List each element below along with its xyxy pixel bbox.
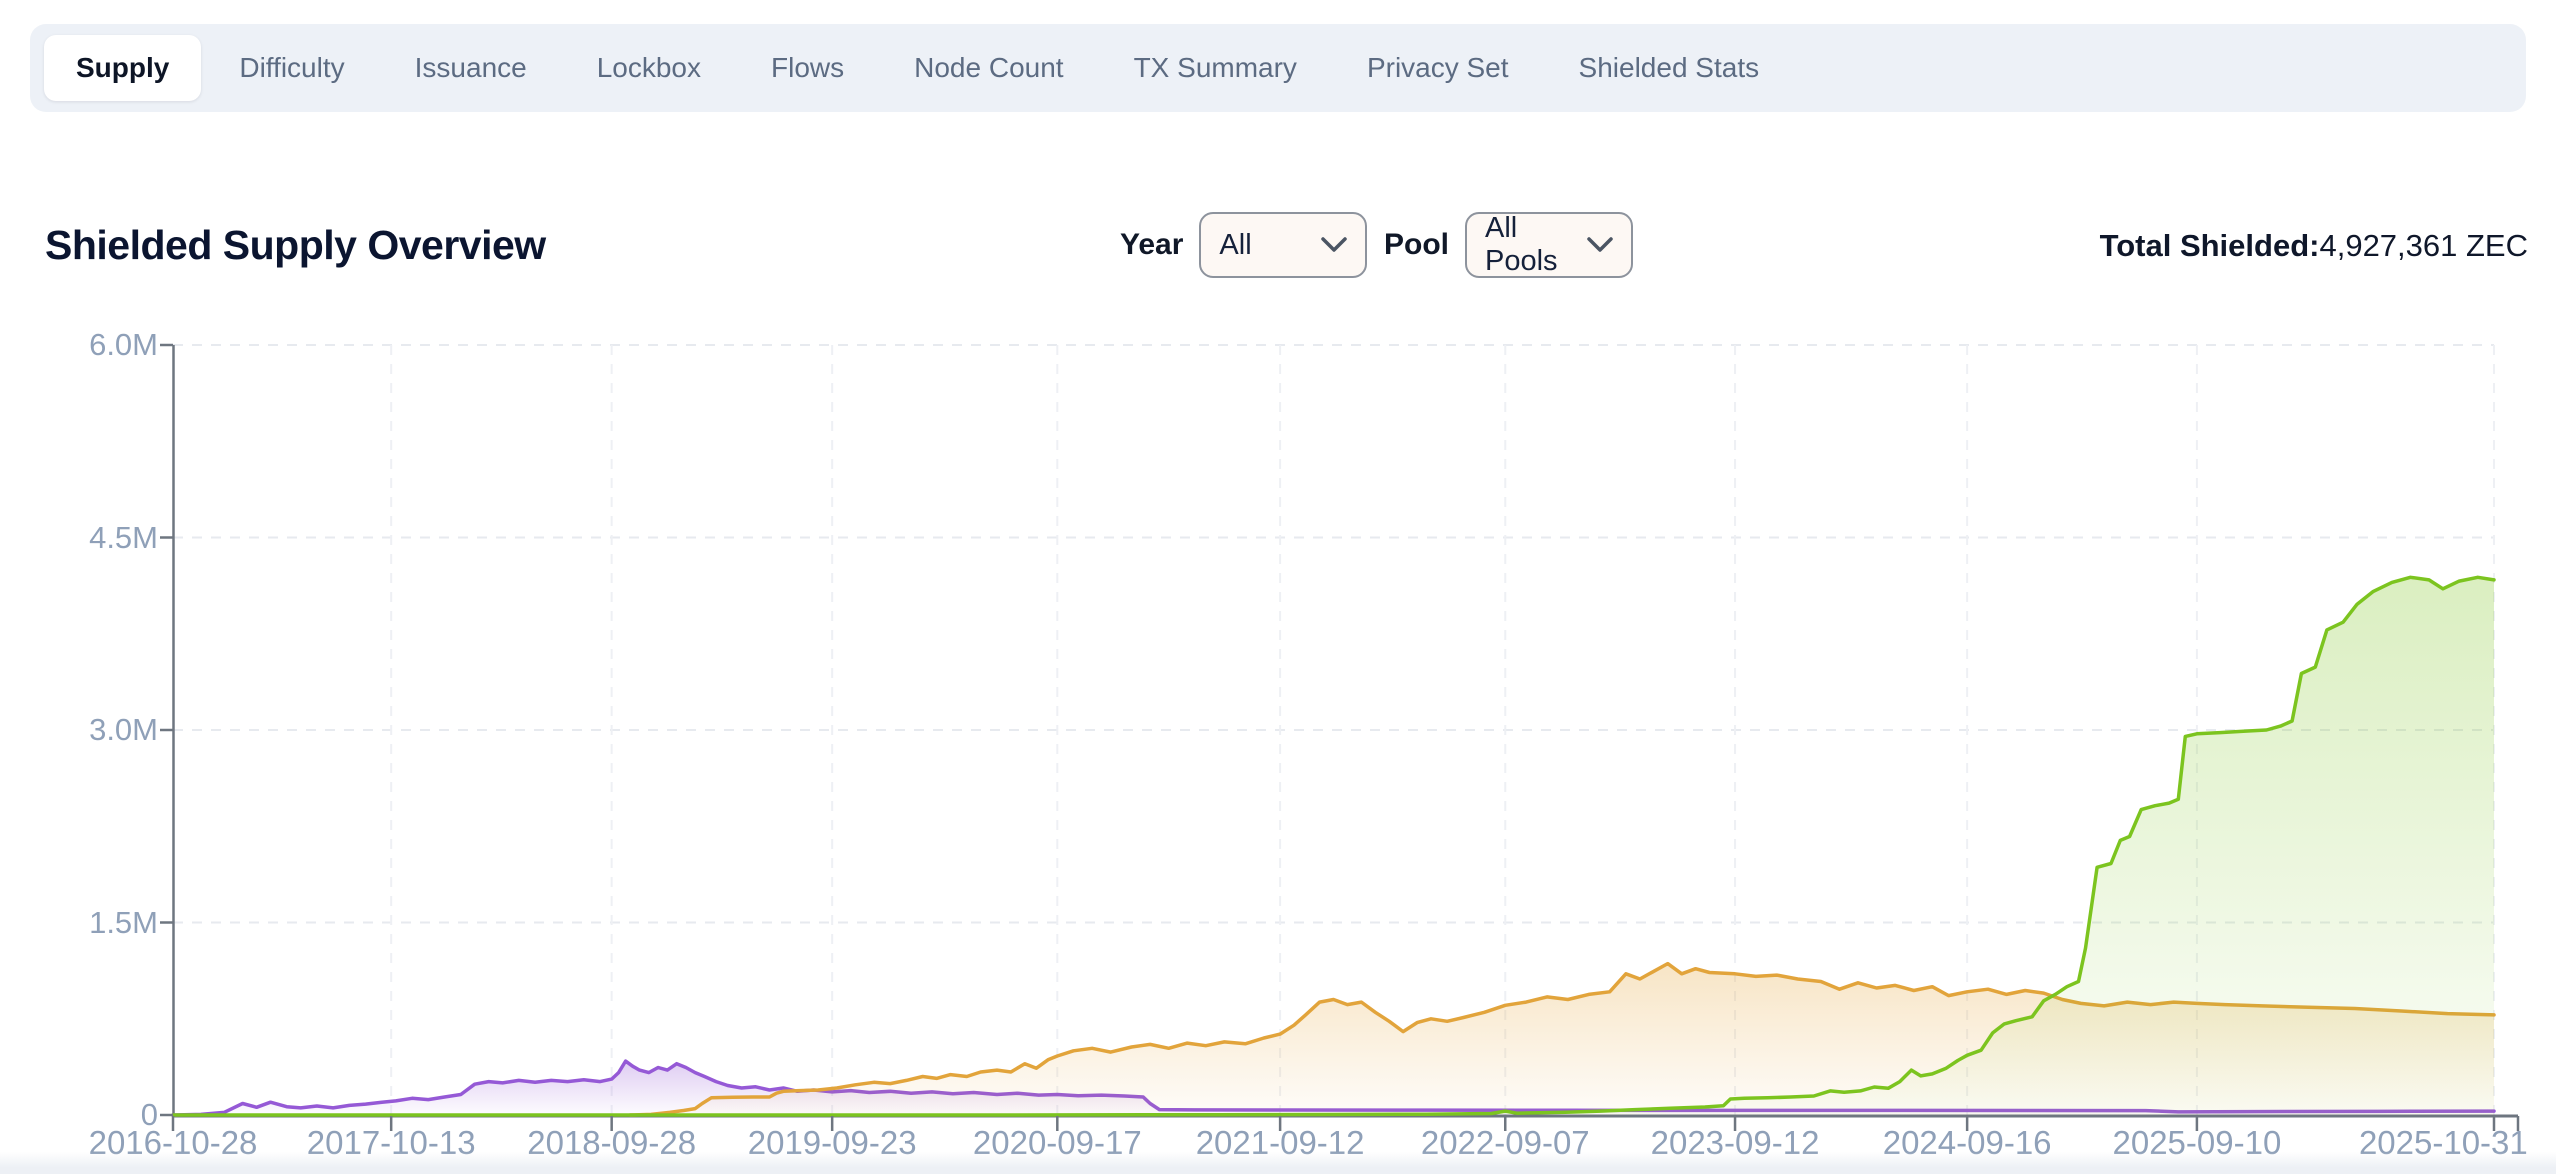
y-tick-label: 6.0M <box>89 327 158 363</box>
pool-filter-label: Pool <box>1384 228 1449 262</box>
tab-flows[interactable]: Flows <box>739 35 876 101</box>
bottom-strip <box>0 1152 2556 1174</box>
tab-node-count[interactable]: Node Count <box>882 35 1095 101</box>
y-tick-label: 4.5M <box>89 520 158 556</box>
tab-shielded-stats[interactable]: Shielded Stats <box>1547 35 1792 101</box>
chevron-down-icon <box>1321 237 1347 253</box>
tab-bar: SupplyDifficultyIssuanceLockboxFlowsNode… <box>30 24 2526 112</box>
tab-privacy-set[interactable]: Privacy Set <box>1335 35 1541 101</box>
pool-filter-group: Pool All Pools <box>1384 212 1633 278</box>
y-tick-label: 1.5M <box>89 905 158 941</box>
total-shielded-value: 4,927,361 ZEC <box>2319 228 2528 263</box>
supply-area-chart[interactable] <box>173 345 2494 1115</box>
y-axis-labels: 01.5M3.0M4.5M6.0M <box>0 345 158 1115</box>
pool-select[interactable]: All Pools <box>1465 212 1633 278</box>
total-shielded-label: Total Shielded: <box>2100 228 2320 263</box>
chevron-down-icon <box>1587 237 1613 253</box>
year-select-value: All <box>1219 229 1251 262</box>
year-filter-group: Year All <box>1120 212 1367 278</box>
page-title: Shielded Supply Overview <box>45 222 546 269</box>
tab-issuance[interactable]: Issuance <box>383 35 559 101</box>
pool-select-value: All Pools <box>1485 212 1587 278</box>
year-filter-label: Year <box>1120 228 1183 262</box>
total-shielded: Total Shielded:4,927,361 ZEC <box>2100 228 2528 264</box>
tab-supply[interactable]: Supply <box>44 35 201 101</box>
year-select[interactable]: All <box>1199 212 1367 278</box>
tab-difficulty[interactable]: Difficulty <box>207 35 376 101</box>
tab-tx-summary[interactable]: TX Summary <box>1102 35 1329 101</box>
tab-lockbox[interactable]: Lockbox <box>565 35 733 101</box>
y-tick-label: 3.0M <box>89 712 158 748</box>
